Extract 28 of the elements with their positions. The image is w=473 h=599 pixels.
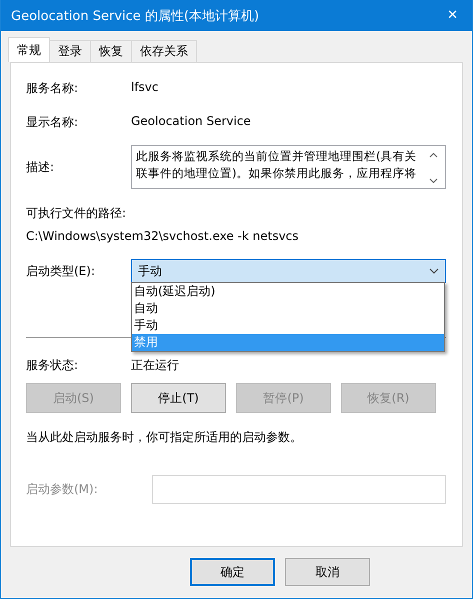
dropdown-option[interactable]: 手动	[132, 317, 444, 334]
field-label: 启动类型(E):	[26, 263, 96, 280]
field-label: 可执行文件的路径:	[26, 205, 128, 222]
field-value: 正在运行	[131, 357, 180, 374]
description-box[interactable]: 此服务将监视系统的当前位置并管理地理围栏(具有关联事件的地理位置)。如果你禁用此服务，应用程序将	[131, 145, 446, 189]
field-value: Geolocation Service	[131, 114, 252, 128]
close-icon[interactable]: ✕	[443, 8, 462, 23]
field-label: 服务名称:	[26, 80, 80, 97]
field-label: 显示名称:	[26, 114, 80, 131]
field-value: C:\Windows\system32\svchost.exe -k netsvcs	[26, 229, 300, 243]
dropdown-option[interactable]: 自动	[132, 300, 444, 317]
dropdown-option[interactable]: 自动(延迟启动)	[132, 283, 444, 300]
field-label: 描述:	[26, 159, 56, 176]
start-parameters-field[interactable]	[152, 475, 446, 504]
scroll-up-icon[interactable]	[429, 152, 438, 158]
field-label: 服务状态:	[26, 357, 80, 374]
tab[interactable]: 常规	[8, 37, 50, 62]
field-label: 启动参数(M):	[26, 481, 99, 498]
window-title: Geolocation Service 的属性(本地计算机)	[11, 8, 260, 24]
dialog-button[interactable]: 确定	[190, 558, 275, 586]
hint-text: 当从此处启动服务时，你可指定所适用的启动参数。	[26, 429, 303, 446]
startup-type-dropdown[interactable]: 手动	[131, 259, 446, 283]
field-value: lfsvc	[131, 80, 160, 94]
chevron-down-icon	[429, 268, 439, 274]
dialog-button[interactable]: 取消	[285, 558, 370, 586]
service-button[interactable]: 停止(T)	[131, 383, 226, 413]
scroll-down-icon[interactable]	[429, 178, 438, 184]
tab[interactable]: 依存关系	[131, 40, 197, 62]
